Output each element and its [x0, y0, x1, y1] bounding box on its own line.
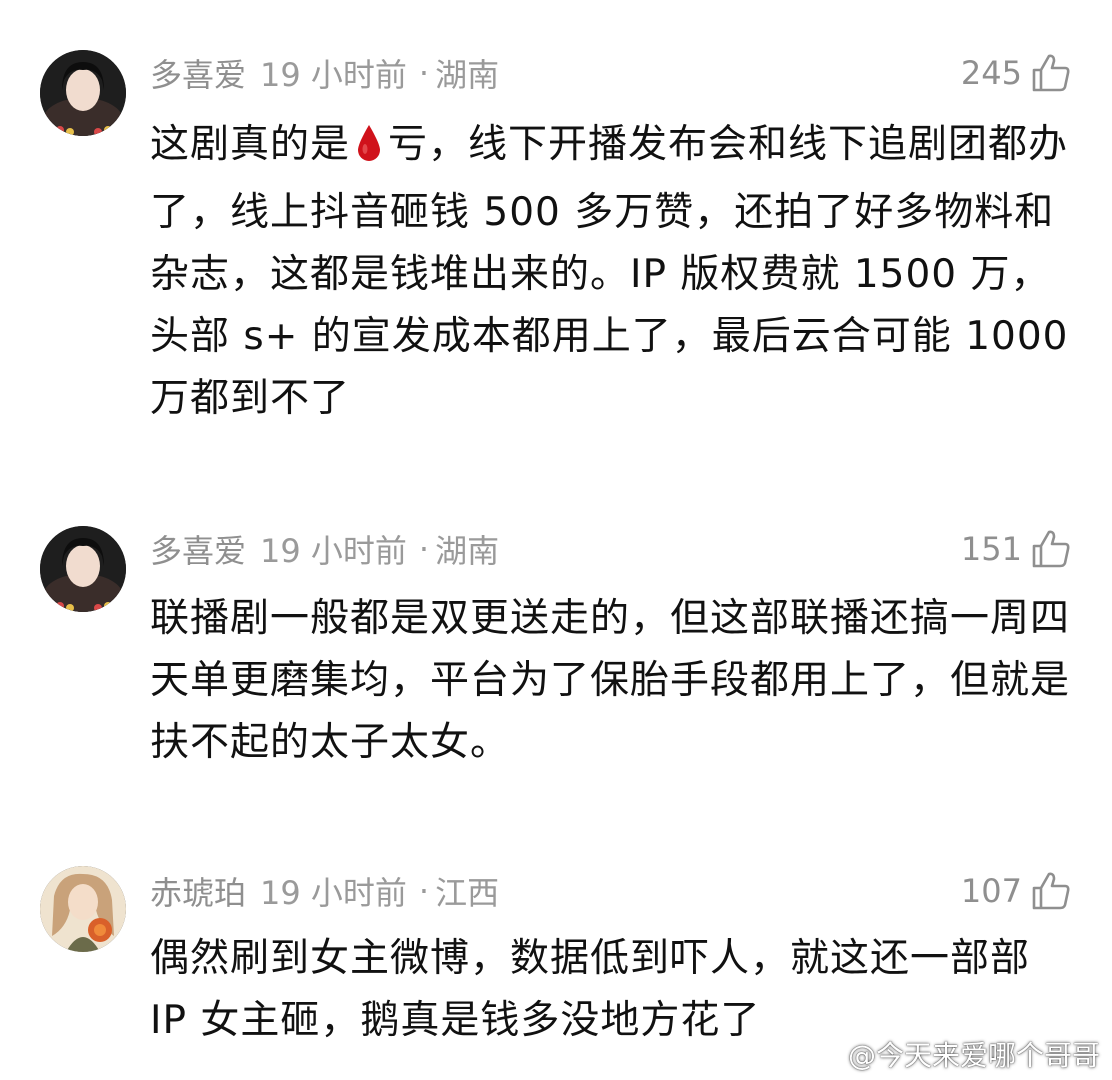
meta-separator: ·: [418, 872, 430, 910]
like-button[interactable]: [1030, 870, 1072, 912]
comment-text: 这剧真的是 亏，线下开播发布会和线下追剧团都办了，线上抖音砸钱 500 多万赞，还…: [150, 114, 1080, 430]
timestamp: 19 小时前: [260, 56, 407, 94]
meta-separator: ·: [418, 530, 430, 568]
thumbs-up-icon: [1032, 54, 1070, 92]
like-area: 245: [961, 48, 1072, 98]
like-area: 107: [961, 866, 1072, 916]
timestamp: 19 小时前: [260, 874, 407, 912]
username[interactable]: 赤琥珀: [150, 868, 246, 914]
location: 湖南: [435, 532, 500, 570]
avatar[interactable]: [40, 50, 126, 136]
comment-text: 联播剧一般都是双更送走的，但这部联播还搞一周四天单更磨集均，平台为了保胎手段都用…: [150, 596, 1071, 765]
watermark-text: @今天来爱哪个哥哥: [847, 1039, 1100, 1072]
weibo-icon: [808, 1037, 842, 1072]
like-button[interactable]: [1030, 528, 1072, 570]
thumbs-up-icon: [1032, 530, 1070, 568]
avatar[interactable]: [40, 866, 126, 952]
like-area: 151: [961, 524, 1072, 574]
comment-meta: 多喜爱 19 小时前 · 湖南: [150, 48, 499, 98]
comment-text-part: 这剧真的是: [150, 122, 351, 167]
timestamp: 19 小时前: [260, 532, 407, 570]
comment-meta: 赤琥珀 19 小时前 · 江西: [150, 866, 499, 916]
watermark: @今天来爱哪个哥哥: [808, 1034, 1100, 1074]
username[interactable]: 多喜爱: [150, 526, 246, 572]
like-count: 151: [960, 530, 1022, 568]
blood-drop-icon: [356, 120, 382, 182]
meta-separator: ·: [418, 54, 430, 92]
thumbs-up-icon: [1032, 872, 1070, 910]
like-button[interactable]: [1030, 52, 1072, 94]
like-count: 107: [960, 872, 1022, 910]
avatar[interactable]: [40, 526, 126, 612]
location: 江西: [435, 874, 500, 912]
location: 湖南: [435, 56, 500, 94]
like-count: 245: [960, 54, 1022, 92]
comment-meta: 多喜爱 19 小时前 · 湖南: [150, 524, 499, 574]
username[interactable]: 多喜爱: [150, 50, 246, 96]
